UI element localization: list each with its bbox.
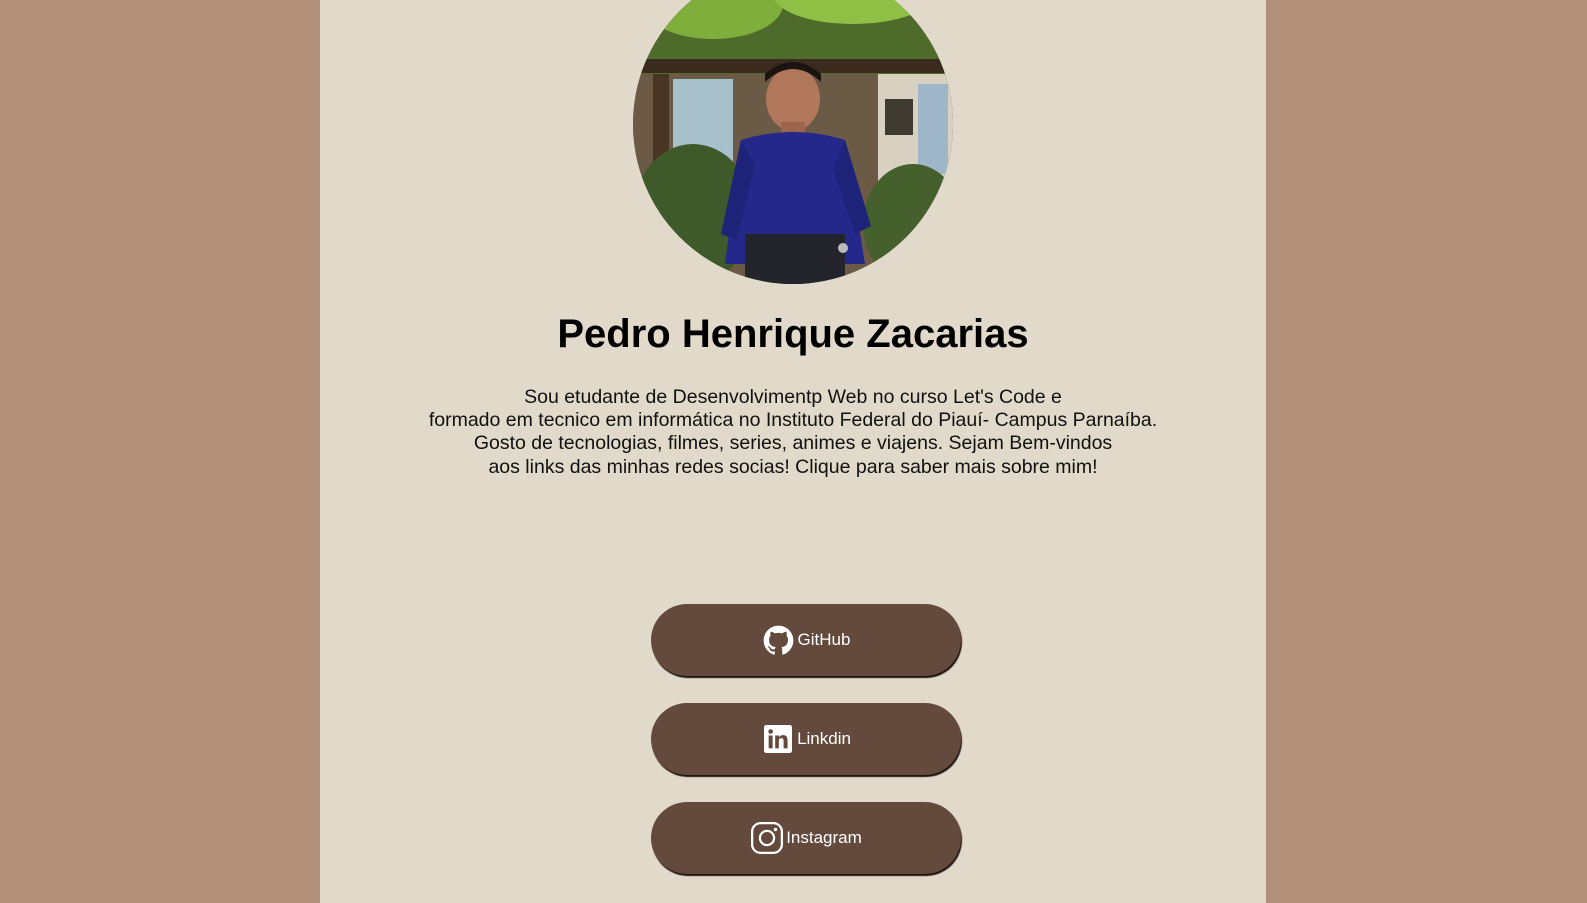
profile-name: Pedro Henrique Zacarias (557, 312, 1029, 356)
github-label: GitHub (797, 630, 851, 649)
linkedin-icon (761, 722, 795, 756)
profile-card: Pedro Henrique Zacarias Sou etudante de … (320, 0, 1266, 903)
bio-line: formado em tecnico em informática no Ins… (428, 409, 1158, 432)
instagram-label: Instagram (786, 828, 862, 847)
bio-line: Sou etudante de Desenvolvimentp Web no c… (524, 386, 1062, 408)
profile-photo (633, 0, 953, 284)
profile-bio: Sou etudante de Desenvolvimentp Web no c… (320, 386, 1266, 479)
linkedin-link-button[interactable]: Linkdin (651, 703, 961, 775)
page: Pedro Henrique Zacarias Sou etudante de … (0, 0, 1587, 903)
github-link-button[interactable]: GitHub (651, 604, 961, 676)
github-icon (762, 623, 796, 657)
linkedin-label: Linkdin (797, 729, 851, 748)
instagram-link-button[interactable]: Instagram (651, 802, 961, 874)
instagram-icon (750, 821, 784, 855)
bio-line: Gosto de tecnologias, filmes, series, an… (473, 432, 1113, 455)
bio-line: aos links das minhas redes socias! Cliqu… (488, 455, 1098, 478)
